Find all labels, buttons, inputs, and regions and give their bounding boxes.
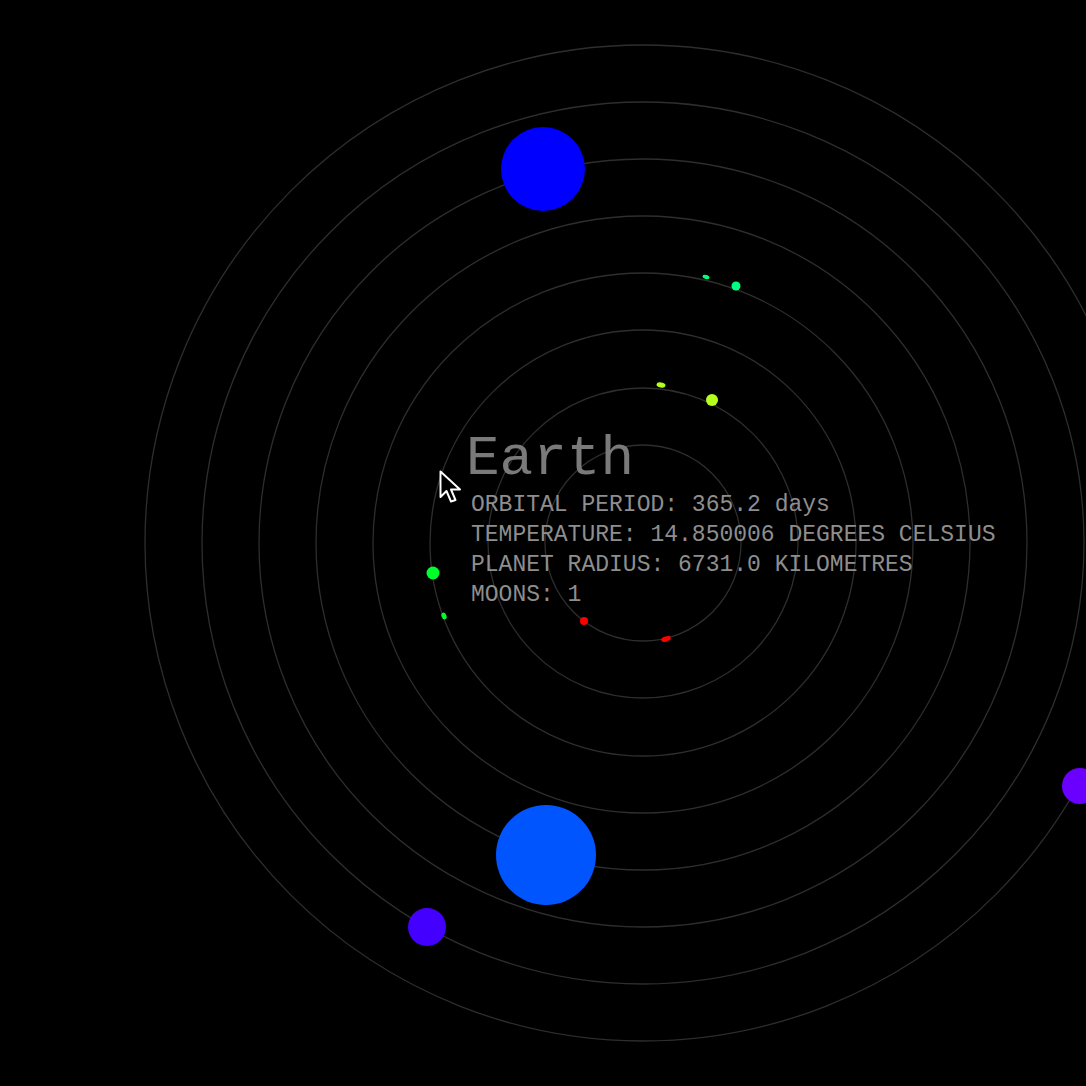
orbit-ring xyxy=(145,45,1086,1041)
planet[interactable] xyxy=(408,908,446,946)
orbit-canvas xyxy=(0,0,1086,1086)
moon xyxy=(656,382,666,388)
planet[interactable] xyxy=(501,127,585,211)
orbit-ring xyxy=(259,159,1027,927)
planet-tooltip: EarthORBITAL PERIOD: 365.2 daysTEMPERATU… xyxy=(466,428,996,610)
planet-group xyxy=(501,127,585,211)
planet-group xyxy=(427,567,448,621)
orbit-ring xyxy=(373,273,913,813)
planet-group xyxy=(1062,768,1086,804)
tooltip-line: MOONS: 1 xyxy=(466,580,996,610)
planet-group xyxy=(656,382,718,406)
orbit-ring xyxy=(545,445,741,641)
planet[interactable] xyxy=(496,805,596,905)
moon xyxy=(660,635,671,643)
orbit-ring xyxy=(430,330,856,756)
moon xyxy=(702,274,710,280)
planet-group xyxy=(580,617,672,643)
mouse-cursor-icon xyxy=(439,470,463,506)
planet-group xyxy=(408,908,446,946)
tooltip-line: TEMPERATURE: 14.850006 DEGREES CELSIUS xyxy=(466,520,996,550)
planet-group xyxy=(702,274,740,290)
planet[interactable] xyxy=(427,567,440,580)
planet[interactable] xyxy=(580,617,588,625)
planet[interactable] xyxy=(1062,768,1086,804)
solar-system-view[interactable]: EarthORBITAL PERIOD: 365.2 daysTEMPERATU… xyxy=(0,0,1086,1086)
orbit-ring xyxy=(316,216,970,870)
tooltip-line: PLANET RADIUS: 6731.0 KILOMETRES xyxy=(466,550,996,580)
planet-group xyxy=(496,805,596,905)
tooltip-title: Earth xyxy=(466,428,996,490)
planet[interactable] xyxy=(732,282,741,291)
orbit-ring xyxy=(202,102,1084,984)
tooltip-line: ORBITAL PERIOD: 365.2 days xyxy=(466,490,996,520)
planet[interactable] xyxy=(706,394,718,406)
moon xyxy=(440,612,447,620)
orbit-ring xyxy=(488,388,798,698)
